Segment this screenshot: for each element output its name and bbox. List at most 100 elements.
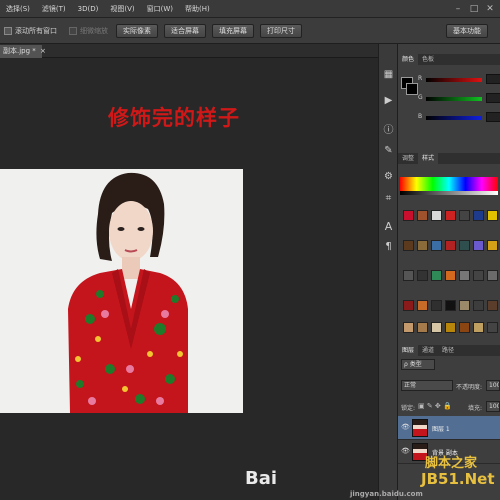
watermark: Bai 脚本之家 JB51.Net jingyan.baidu.com xyxy=(245,450,500,500)
character-icon[interactable]: A xyxy=(382,220,395,233)
tab-adjustments[interactable]: 调整 xyxy=(398,153,418,164)
style-preset-swatch[interactable] xyxy=(459,322,470,333)
green-value-field[interactable] xyxy=(486,93,500,103)
grayscale-ramp[interactable] xyxy=(400,191,498,195)
blue-value-field[interactable] xyxy=(486,112,500,122)
menu-view[interactable]: 视图(V) xyxy=(104,4,140,14)
tab-color[interactable]: 颜色 xyxy=(398,54,419,65)
style-preset-swatch[interactable] xyxy=(445,240,456,251)
minimize-icon[interactable]: – xyxy=(452,3,464,15)
style-preset-swatch[interactable] xyxy=(445,300,456,311)
blue-slider-track[interactable] xyxy=(426,116,482,120)
style-preset-swatch[interactable] xyxy=(473,270,484,281)
style-preset-swatch[interactable] xyxy=(487,270,498,281)
close-icon[interactable]: ✕ xyxy=(484,3,496,15)
style-preset-swatch[interactable] xyxy=(459,210,470,221)
fill-field[interactable]: 100% xyxy=(486,401,500,412)
portrait-photo[interactable] xyxy=(0,169,243,413)
history-icon[interactable]: ▦ xyxy=(382,68,395,81)
tab-styles[interactable]: 样式 xyxy=(418,153,439,164)
style-preset-swatch[interactable] xyxy=(417,270,428,281)
color-spectrum[interactable] xyxy=(400,177,498,191)
actual-pixels-button[interactable]: 实际像素 xyxy=(116,23,158,38)
tool-presets-icon[interactable]: ⌗ xyxy=(382,192,395,205)
menu-bar: 选择(S) 滤镜(T) 3D(D) 视图(V) 窗口(W) 帮助(H) – □ … xyxy=(0,0,500,18)
info-icon[interactable]: ⓘ xyxy=(382,124,395,137)
paragraph-icon[interactable]: ¶ xyxy=(382,240,395,253)
style-preset-swatch[interactable] xyxy=(487,210,498,221)
layer-row-1[interactable]: 👁 图层 1 xyxy=(398,416,500,440)
document-tab-bar: 副本.jpg * × xyxy=(0,44,380,58)
tab-swatches[interactable]: 色板 xyxy=(418,54,438,65)
menu-3d[interactable]: 3D(D) xyxy=(72,5,105,13)
style-preset-swatch[interactable] xyxy=(445,270,456,281)
style-preset-swatch[interactable] xyxy=(487,322,498,333)
clone-source-icon[interactable]: ⚙ xyxy=(382,170,395,183)
tab-layers[interactable]: 图层 xyxy=(398,345,419,356)
baidu-watermark: Bai xyxy=(245,468,278,489)
filter-search-icon: ρ xyxy=(404,361,408,368)
style-preset-swatch[interactable] xyxy=(417,322,428,333)
style-preset-swatch[interactable] xyxy=(417,300,428,311)
style-preset-swatch[interactable] xyxy=(403,210,414,221)
visibility-eye-icon[interactable]: 👁 xyxy=(401,423,410,431)
scroll-all-checkbox[interactable] xyxy=(4,26,12,35)
lock-icons[interactable]: ▣ ✎ ✥ 🔒 xyxy=(418,402,452,410)
style-preset-swatch[interactable] xyxy=(487,240,498,251)
green-slider-track[interactable] xyxy=(426,97,482,101)
style-preset-swatch[interactable] xyxy=(403,300,414,311)
style-preset-swatch[interactable] xyxy=(403,270,414,281)
menu-filter[interactable]: 滤镜(T) xyxy=(36,4,72,14)
style-preset-swatch[interactable] xyxy=(445,322,456,333)
color-panel-tabs: 颜色 色板 xyxy=(398,54,500,65)
layer-filter-select[interactable]: ρ 类型 xyxy=(401,359,435,370)
red-slider[interactable]: R xyxy=(416,74,500,85)
style-preset-swatch[interactable] xyxy=(473,240,484,251)
opacity-field[interactable]: 100% xyxy=(486,380,500,391)
options-bar: 滚动所有窗口 细微缩放 实际像素 适合屏幕 填充屏幕 打印尺寸 基本功能 xyxy=(0,18,500,44)
print-size-button[interactable]: 打印尺寸 xyxy=(260,23,302,38)
blue-slider[interactable]: B xyxy=(416,112,500,123)
style-preset-swatch[interactable] xyxy=(431,210,442,221)
style-preset-swatch[interactable] xyxy=(459,300,470,311)
style-preset-swatch[interactable] xyxy=(431,270,442,281)
canvas-headline: 修饰完的样子 xyxy=(108,106,240,130)
style-preset-swatch[interactable] xyxy=(403,322,414,333)
style-preset-swatch[interactable] xyxy=(473,300,484,311)
tab-paths[interactable]: 路径 xyxy=(438,345,458,356)
document-tab[interactable]: 副本.jpg * × xyxy=(0,45,46,58)
red-value-field[interactable] xyxy=(486,74,500,84)
brush-icon[interactable]: ✎ xyxy=(382,144,395,157)
fill-label: 填充: xyxy=(468,405,483,412)
fit-screen-button[interactable]: 适合屏幕 xyxy=(164,23,206,38)
close-tab-icon[interactable]: × xyxy=(40,47,46,55)
style-preset-swatch[interactable] xyxy=(459,270,470,281)
tab-channels[interactable]: 通道 xyxy=(418,345,438,356)
style-preset-swatch[interactable] xyxy=(417,240,428,251)
fill-screen-button[interactable]: 填充屏幕 xyxy=(212,23,254,38)
lock-label: 锁定: xyxy=(401,405,416,412)
style-preset-swatch[interactable] xyxy=(473,322,484,333)
actions-icon[interactable]: ▶ xyxy=(382,94,395,107)
menu-window[interactable]: 窗口(W) xyxy=(141,4,179,14)
scrubby-zoom-checkbox[interactable] xyxy=(69,26,77,35)
maximize-icon[interactable]: □ xyxy=(468,3,480,15)
style-preset-swatch[interactable] xyxy=(431,300,442,311)
scroll-all-label: 滚动所有窗口 xyxy=(15,26,57,35)
style-preset-swatch[interactable] xyxy=(403,240,414,251)
red-slider-track[interactable] xyxy=(426,78,482,82)
green-slider[interactable]: G xyxy=(416,93,500,104)
style-preset-swatch[interactable] xyxy=(487,300,498,311)
style-preset-swatch[interactable] xyxy=(459,240,470,251)
style-preset-swatch[interactable] xyxy=(417,210,428,221)
menu-select[interactable]: 选择(S) xyxy=(0,4,36,14)
style-preset-swatch[interactable] xyxy=(431,240,442,251)
site-domain-watermark: JB51.Net xyxy=(421,470,495,488)
blue-label: B xyxy=(418,113,423,120)
menu-help[interactable]: 帮助(H) xyxy=(179,4,216,14)
workspace-button[interactable]: 基本功能 xyxy=(446,24,488,38)
style-preset-swatch[interactable] xyxy=(431,322,442,333)
blend-mode-select[interactable]: 正常 xyxy=(401,380,453,391)
style-preset-swatch[interactable] xyxy=(473,210,484,221)
style-preset-swatch[interactable] xyxy=(445,210,456,221)
